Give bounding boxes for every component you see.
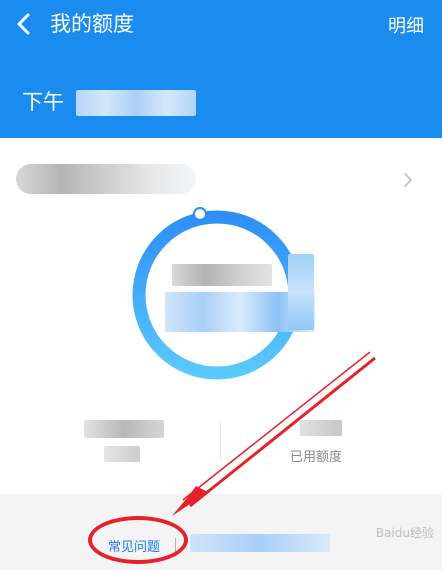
card-row[interactable] bbox=[0, 160, 442, 200]
chevron-left-icon[interactable] bbox=[10, 10, 38, 38]
blurred-ring-edge bbox=[288, 254, 314, 330]
watermark-text: Baidu经验 bbox=[375, 526, 434, 540]
page-title: 我的额度 bbox=[50, 12, 134, 36]
ring-knob bbox=[193, 207, 207, 221]
greeting-text: 下午 bbox=[22, 86, 64, 116]
used-quota-label: 已用额度 bbox=[290, 450, 343, 465]
blurred-card-info bbox=[16, 164, 196, 194]
blurred-available-amount bbox=[172, 264, 272, 286]
header-bar: 我的额度 明细 下午 bbox=[0, 0, 442, 138]
blurred-footer-link[interactable] bbox=[190, 534, 330, 552]
greeting-label: 下午 bbox=[22, 90, 64, 114]
blurred-name bbox=[76, 90, 196, 116]
stats-divider bbox=[220, 420, 221, 460]
chevron-right-icon[interactable] bbox=[400, 172, 416, 188]
detail-button[interactable]: 明细 bbox=[388, 12, 424, 38]
blurred-left-label bbox=[104, 446, 140, 462]
annotation-circle bbox=[88, 516, 188, 564]
blurred-left-stat bbox=[84, 420, 164, 438]
blurred-used-amount bbox=[300, 420, 342, 436]
